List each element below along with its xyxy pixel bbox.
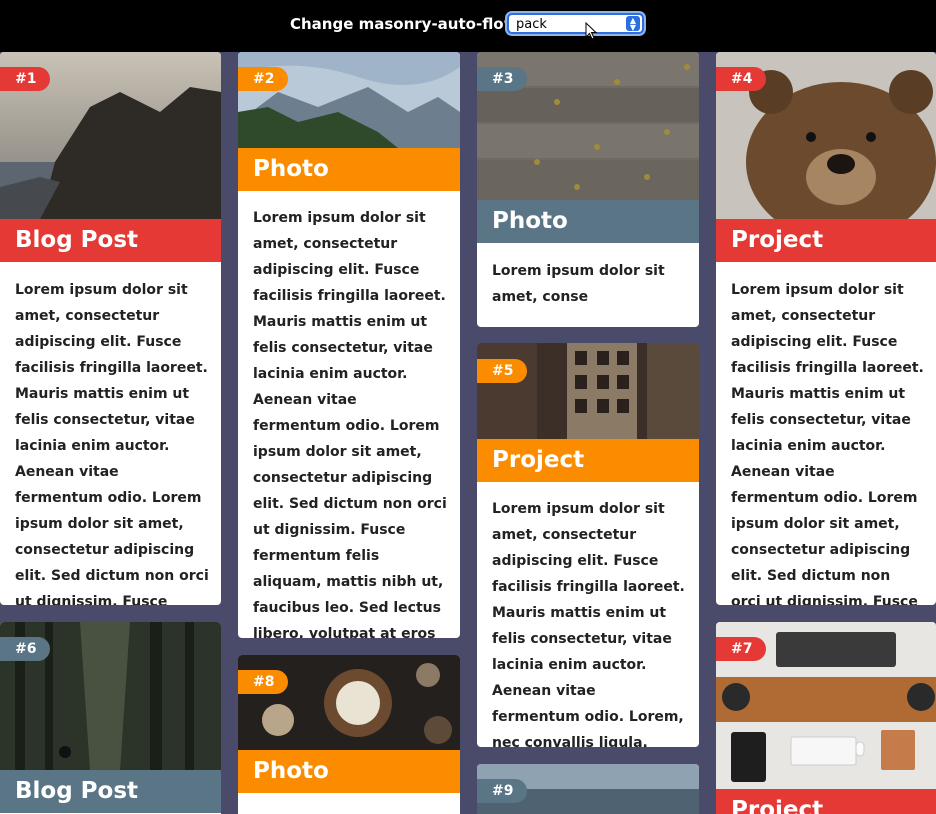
card-number-badge: #2: [238, 67, 289, 91]
chevron-updown-icon: ▲ ▼: [626, 16, 640, 32]
masonry-flow-label: Change masonry-auto-flow:: [290, 15, 524, 33]
card-type-banner: Photo: [238, 148, 460, 191]
top-bar: Change masonry-auto-flow: pack ▲ ▼: [0, 0, 936, 52]
card-8[interactable]: #8 Photo: [238, 655, 460, 814]
select-value: pack: [516, 17, 547, 32]
card-7[interactable]: #7 Project: [716, 622, 936, 814]
card-type-banner: Blog Post: [0, 219, 221, 262]
card-type-banner: Project: [716, 219, 936, 262]
card-body-text: Lorem ipsum dolor sit amet, conse: [492, 263, 665, 305]
card-6[interactable]: #6 Blog Post: [0, 622, 221, 814]
card-number-badge: #7: [716, 637, 767, 661]
card-number-badge: #4: [716, 67, 767, 91]
card-type-banner: Blog Post: [0, 770, 221, 813]
card-4[interactable]: #4 Project Lorem ipsum dolor sit amet, c…: [716, 52, 936, 605]
mouse-cursor-icon: [585, 22, 597, 40]
card-type-banner: Project: [716, 789, 936, 814]
card-body-text: Lorem ipsum dolor sit amet, consectetur …: [731, 282, 924, 605]
card-type-banner: Photo: [477, 200, 699, 243]
card-3[interactable]: #3 Photo Lorem ipsum dolor sit amet, con…: [477, 52, 699, 327]
card-1[interactable]: #1 Blog Post Lorem ipsum dolor sit amet,…: [0, 52, 221, 605]
card-type-banner: Photo: [238, 750, 460, 793]
card-number-badge: #9: [477, 779, 528, 803]
card-body-text: Lorem ipsum dolor sit amet, consectetur …: [492, 501, 685, 747]
abandoned-building-photo: [477, 343, 699, 439]
card-5[interactable]: #5 Project Lorem ipsum dolor sit amet, c…: [477, 343, 699, 747]
card-9[interactable]: #9: [477, 764, 699, 814]
card-number-badge: #1: [0, 67, 51, 91]
card-body-text: Lorem ipsum dolor sit amet, consectetur …: [15, 282, 209, 605]
masonry-flow-select[interactable]: pack ▲ ▼: [507, 13, 644, 34]
card-type-banner: Project: [477, 439, 699, 482]
card-number-badge: #3: [477, 67, 528, 91]
card-number-badge: #8: [238, 670, 289, 694]
card-2[interactable]: #2 Photo Lorem ipsum dolor sit amet, con…: [238, 52, 460, 638]
card-number-badge: #5: [477, 359, 528, 383]
card-number-badge: #6: [0, 637, 51, 661]
card-body-text: Lorem ipsum dolor sit amet, consectetur …: [253, 210, 447, 638]
